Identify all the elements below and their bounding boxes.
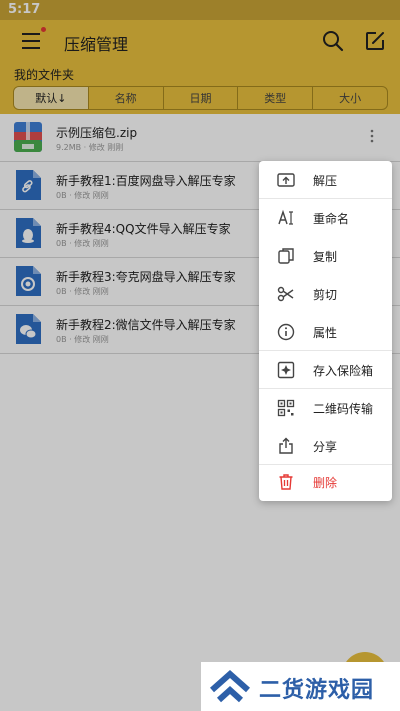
menu-item-label: 重命名 xyxy=(313,212,350,226)
menu-item-label: 删除 xyxy=(313,476,338,490)
trash-icon xyxy=(279,474,293,490)
menu-item-label: 存入保险箱 xyxy=(313,364,374,378)
menu-item-qr-transfer[interactable]: 二维码传输 xyxy=(259,389,392,427)
share-icon xyxy=(279,437,293,454)
context-menu: 解压 重命名 复制 剪切 属性 存入保险箱 二维码传输 分享 删除 xyxy=(259,161,392,501)
menu-item-delete[interactable]: 删除 xyxy=(259,463,392,501)
menu-item-label: 剪切 xyxy=(313,288,338,302)
menu-item-label: 解压 xyxy=(313,174,338,188)
menu-item-cut[interactable]: 剪切 xyxy=(259,275,392,313)
menu-item-extract[interactable]: 解压 xyxy=(259,161,392,199)
copy-icon xyxy=(278,248,294,264)
scissors-icon xyxy=(277,286,294,302)
menu-item-properties[interactable]: 属性 xyxy=(259,313,392,351)
menu-item-share[interactable]: 分享 xyxy=(259,427,392,465)
watermark: 二货游戏园 xyxy=(201,662,400,711)
menu-item-copy[interactable]: 复制 xyxy=(259,237,392,275)
safe-icon xyxy=(277,361,295,379)
watermark-logo-icon xyxy=(210,669,250,703)
menu-item-label: 二维码传输 xyxy=(313,402,374,416)
menu-item-label: 属性 xyxy=(313,326,338,340)
menu-item-safe[interactable]: 存入保险箱 xyxy=(259,351,392,389)
menu-item-rename[interactable]: 重命名 xyxy=(259,199,392,237)
menu-item-label: 分享 xyxy=(313,440,338,454)
qr-code-icon xyxy=(277,399,295,417)
extract-icon xyxy=(277,173,295,187)
menu-item-label: 复制 xyxy=(313,250,338,264)
watermark-text: 二货游戏园 xyxy=(259,678,375,703)
rename-icon xyxy=(278,209,293,225)
info-icon xyxy=(277,323,295,341)
